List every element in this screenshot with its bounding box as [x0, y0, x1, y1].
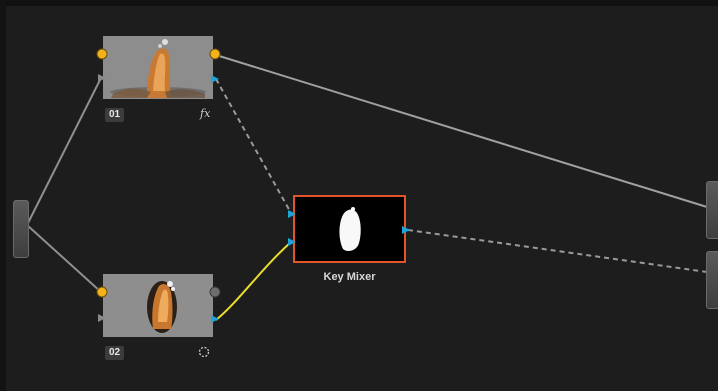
node-01-rgb-out-port[interactable] [209, 48, 221, 60]
wire-02-key-to-mixer [215, 241, 292, 321]
output-handle-bottom[interactable] [706, 251, 718, 309]
node-02-rgb-out-port[interactable] [209, 286, 221, 298]
node-02-rgb-in-port[interactable] [96, 286, 108, 298]
key-mixer-node[interactable] [293, 195, 406, 263]
circle-dashed-icon [198, 346, 210, 358]
key-mixer-key-in-port-2[interactable] [287, 237, 297, 247]
node-01-key-in-port[interactable] [97, 73, 107, 83]
node-01-label: 01 [105, 108, 125, 122]
wire-01-to-output [215, 54, 708, 208]
key-mixer-thumbnail [295, 197, 404, 261]
key-mixer-key-out-port[interactable] [401, 225, 411, 235]
node-01-key-out-port[interactable] [210, 74, 220, 84]
node-01[interactable] [103, 36, 213, 99]
fx-icon: fx [200, 107, 211, 120]
node-02-key-in-port[interactable] [97, 313, 107, 323]
splash-image [103, 36, 213, 99]
wire-source-to-01 [26, 77, 102, 226]
key-mixer-key-in-port-1[interactable] [287, 209, 297, 219]
wire-source-to-02 [26, 224, 102, 293]
node-02-key-out-port[interactable] [210, 314, 220, 324]
wire-mixer-to-output [407, 229, 708, 273]
source-input-handle[interactable] [13, 200, 29, 258]
node-01-thumbnail [103, 36, 213, 99]
output-handle-top[interactable] [706, 181, 718, 239]
node-graph-canvas[interactable]: 01 fx 02 Key Mixer [0, 0, 718, 391]
node-01-rgb-in-port[interactable] [96, 48, 108, 60]
node-02-label: 02 [105, 346, 125, 360]
node-02-thumbnail [103, 274, 213, 337]
key-mixer-label: Key Mixer [323, 271, 376, 283]
oval-matte-image [103, 274, 213, 337]
wire-01-key-to-mixer [215, 78, 292, 214]
node-02[interactable] [103, 274, 213, 337]
